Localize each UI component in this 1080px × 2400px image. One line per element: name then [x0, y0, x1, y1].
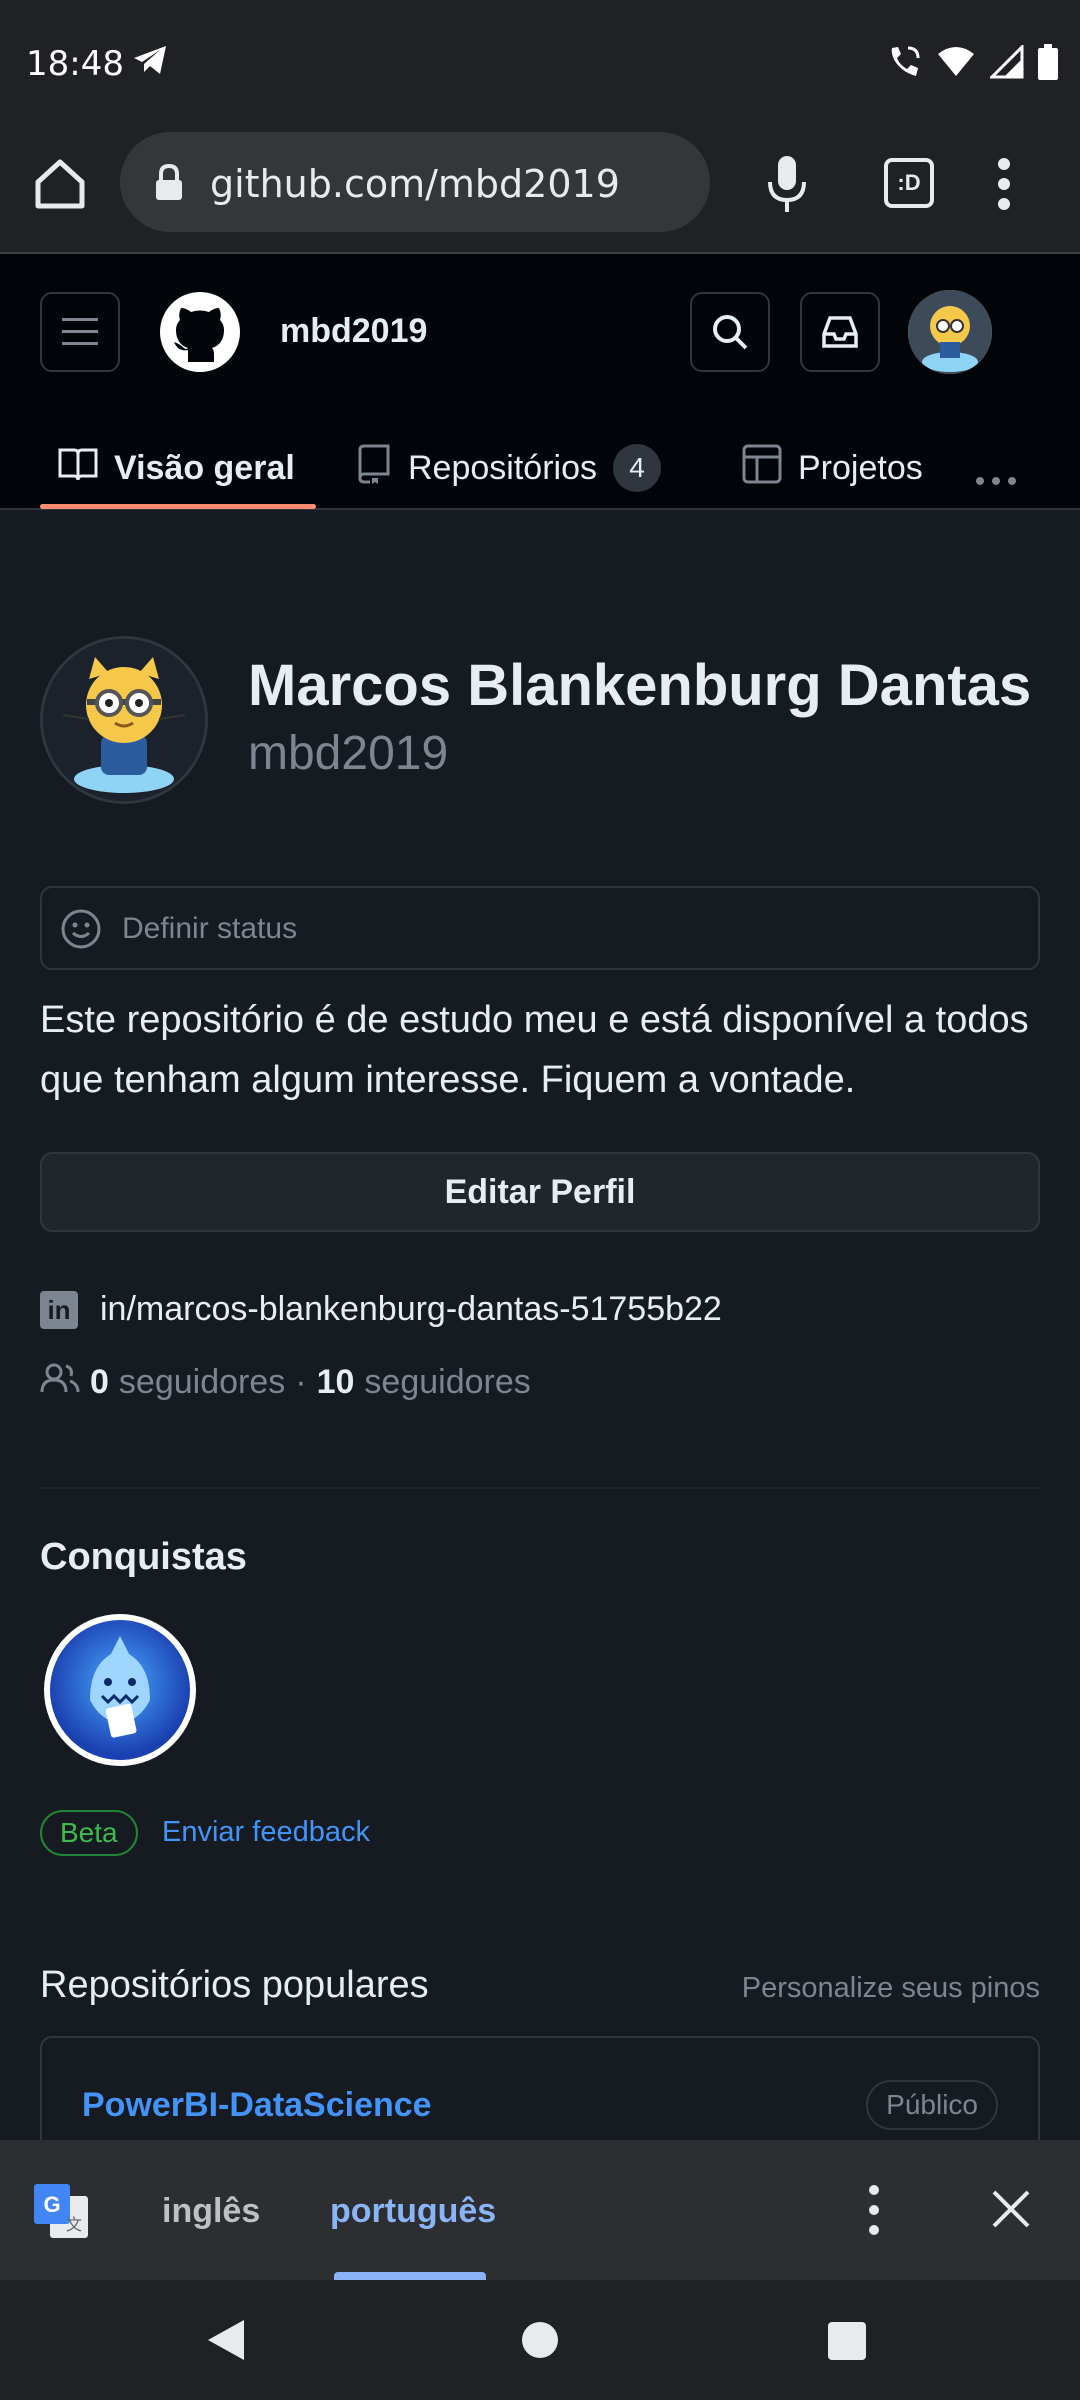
beta-badge: Beta: [40, 1810, 138, 1856]
signal-icon: [988, 43, 1024, 84]
section-divider: [40, 1487, 1040, 1489]
linkedin-link[interactable]: in in/marcos-blankenburg-dantas-51755b22: [40, 1290, 722, 1329]
profile-tabs: Visão geral Repositórios 4 Projetos: [0, 426, 1080, 510]
status-bar: 18:48: [0, 0, 1080, 128]
system-navigation-bar: [0, 2280, 1080, 2400]
inbox-icon: [802, 316, 878, 374]
repo-icon: [358, 444, 392, 493]
achievement-badge[interactable]: [44, 1614, 196, 1766]
browser-menu-icon[interactable]: [996, 156, 1012, 217]
repo-visibility-badge: Público: [866, 2080, 998, 2130]
profile-full-name: Marcos Blankenburg Dantas: [248, 653, 1032, 718]
url-text: github.com/mbd2019: [210, 162, 620, 206]
repo-name-link[interactable]: PowerBI-DataScience: [82, 2086, 432, 2125]
linkedin-text: in/marcos-blankenburg-dantas-51755b22: [100, 1290, 722, 1328]
followers-label[interactable]: seguidores: [119, 1363, 285, 1402]
smiley-icon: [60, 908, 102, 955]
search-icon: [692, 315, 768, 374]
edit-profile-button[interactable]: Editar Perfil: [40, 1152, 1040, 1232]
repositories-count-badge: 4: [612, 444, 661, 492]
active-tab-indicator: [40, 504, 316, 509]
back-icon[interactable]: [206, 2318, 246, 2367]
more-tabs-icon[interactable]: [974, 452, 1018, 497]
tab-overview[interactable]: Visão geral: [58, 426, 295, 510]
header-username[interactable]: mbd2019: [280, 312, 427, 351]
battery-icon: [1038, 44, 1058, 85]
wifi-icon: [936, 46, 976, 83]
tab-projects-label: Projetos: [798, 448, 923, 487]
microphone-icon[interactable]: [762, 154, 812, 219]
tab-overview-label: Visão geral: [114, 448, 295, 487]
svg-text:文: 文: [66, 2215, 82, 2234]
lock-icon: [154, 163, 184, 205]
telegram-icon: [132, 44, 168, 81]
tab-repositories[interactable]: Repositórios 4: [358, 426, 661, 510]
following-label[interactable]: seguidores: [364, 1363, 530, 1402]
customize-pins-link[interactable]: Personalize seus pinos: [742, 1972, 1040, 2005]
profile-avatar[interactable]: [40, 636, 208, 804]
tab-repositories-label: Repositórios: [408, 448, 597, 487]
hamburger-menu-button[interactable]: [40, 292, 120, 372]
table-icon: [742, 444, 782, 493]
header-avatar[interactable]: [908, 290, 992, 374]
close-icon[interactable]: [986, 2184, 1036, 2239]
people-icon: [40, 1362, 80, 1403]
tab-projects[interactable]: Projetos: [742, 426, 923, 510]
profile-bio: Este repositório é de estudo meu e está …: [40, 999, 1029, 1101]
followers-row: 0 seguidores · 10 seguidores: [40, 1362, 531, 1403]
status-time: 18:48: [26, 44, 124, 84]
svg-text:G: G: [43, 2192, 60, 2217]
home-circle-icon[interactable]: [522, 2322, 558, 2358]
set-status-button[interactable]: Definir status: [40, 886, 1040, 970]
tab-switcher-button[interactable]: :D: [884, 158, 934, 208]
send-feedback-link[interactable]: Enviar feedback: [162, 1816, 370, 1849]
inbox-button[interactable]: [800, 292, 880, 372]
linkedin-icon: in: [40, 1290, 78, 1329]
set-status-label: Definir status: [122, 912, 298, 945]
shark-badge-icon: [50, 1620, 190, 1760]
home-icon[interactable]: [30, 154, 90, 214]
url-bar[interactable]: github.com/mbd2019: [120, 132, 710, 232]
translate-bar: G文 inglês português: [0, 2140, 1080, 2280]
github-logo-icon[interactable]: [158, 290, 242, 374]
recent-apps-icon[interactable]: [828, 2322, 866, 2360]
target-language-tab[interactable]: português: [330, 2192, 496, 2231]
translate-menu-icon[interactable]: [866, 2184, 882, 2241]
popular-repos-title: Repositórios populares: [40, 1964, 429, 2006]
book-icon: [58, 446, 98, 491]
github-header: mbd2019 Visão geral Repositórios 4 Proje…: [0, 254, 1080, 510]
selected-language-indicator: [334, 2272, 486, 2280]
following-count[interactable]: 10: [317, 1363, 355, 1402]
achievements-title: Conquistas: [40, 1536, 247, 1578]
profile-login: mbd2019: [248, 727, 449, 780]
search-button[interactable]: [690, 292, 770, 372]
source-language-tab[interactable]: inglês: [162, 2192, 260, 2231]
followers-separator: ·: [295, 1363, 307, 1401]
google-translate-icon: G文: [32, 2182, 90, 2240]
followers-count[interactable]: 0: [90, 1363, 109, 1402]
wifi-call-icon: [886, 44, 922, 85]
browser-toolbar: github.com/mbd2019 :D: [0, 128, 1080, 254]
